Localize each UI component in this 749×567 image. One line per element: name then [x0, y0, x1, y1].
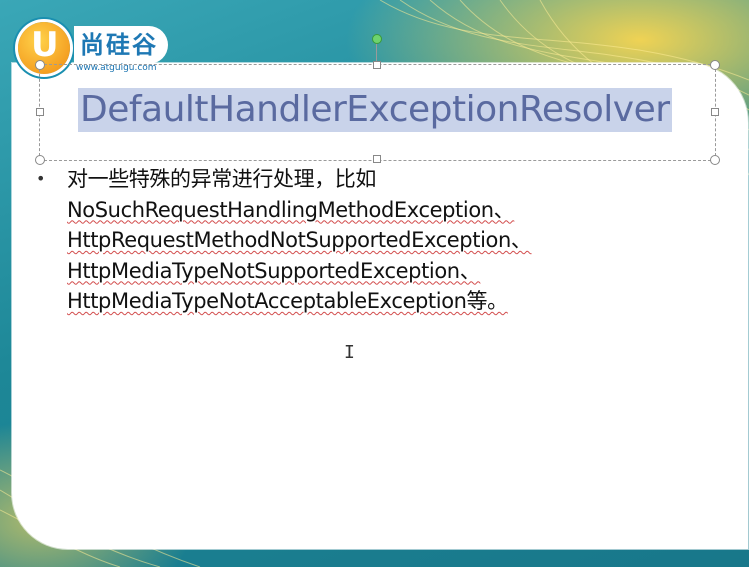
resize-handle-top-right[interactable]	[710, 60, 720, 70]
resize-handle-left[interactable]	[36, 108, 44, 116]
resize-handle-top[interactable]	[373, 61, 381, 69]
resize-handle-right[interactable]	[711, 108, 719, 116]
body-line: HttpRequestMethodNotSupportedException、	[67, 228, 532, 252]
resize-handle-top-left[interactable]	[35, 60, 45, 70]
body-line: NoSuchRequestHandlingMethodException、	[67, 197, 515, 222]
body-line: 对一些特殊的异常进行处理，比如	[67, 167, 376, 191]
logo-brand-text: 尚硅谷	[74, 26, 168, 64]
slide-body-text[interactable]: • 对一些特殊的异常进行处理，比如 NoSuchRequestHandlingM…	[30, 164, 720, 317]
body-line: HttpMediaTypeNotAcceptableException等。	[67, 289, 508, 313]
body-line: HttpMediaTypeNotSupportedException、	[67, 258, 481, 283]
logo-letter: U	[31, 25, 59, 65]
rotation-handle[interactable]	[372, 34, 382, 44]
resize-handle-bottom[interactable]	[373, 155, 381, 163]
slide-title[interactable]: DefaultHandlerExceptionResolver	[78, 88, 672, 132]
bullet-icon: •	[36, 169, 46, 188]
text-cursor-icon: I	[344, 342, 355, 363]
